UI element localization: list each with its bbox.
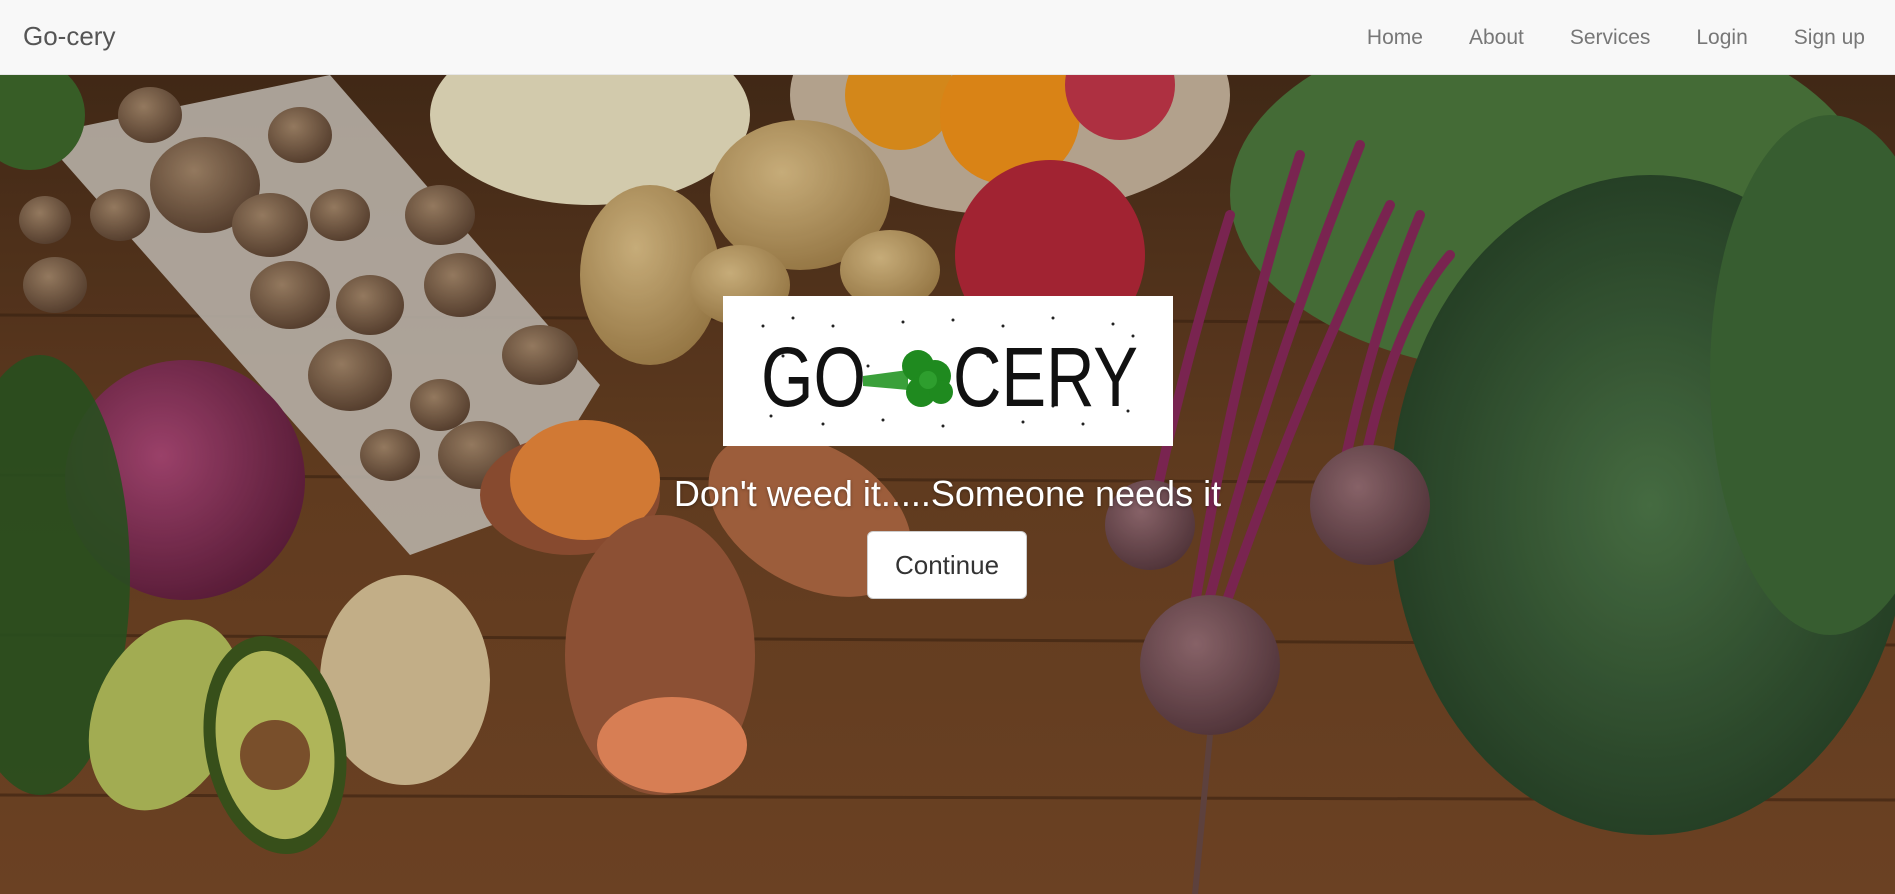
nav-login-link[interactable]: Login bbox=[1673, 1, 1770, 74]
continue-button[interactable]: Continue bbox=[867, 531, 1027, 599]
logo-text-go: GO bbox=[761, 330, 866, 424]
gocery-logo-image: GO CERY bbox=[761, 316, 1138, 428]
navbar: Go-cery Home About Services Login Sign u… bbox=[0, 0, 1895, 75]
nav-about-link[interactable]: About bbox=[1446, 1, 1547, 74]
brand-link[interactable]: Go-cery bbox=[23, 0, 115, 75]
hero-tagline: Don't weed it.....Someone needs it bbox=[673, 473, 1222, 514]
broccoli-icon bbox=[863, 350, 953, 407]
logo-text-cery: CERY bbox=[953, 330, 1138, 424]
hero-section: GO CERY Don't weed it.....Someone needs … bbox=[0, 75, 1895, 894]
nav-services-link[interactable]: Services bbox=[1547, 1, 1674, 74]
gocery-logo: GO CERY bbox=[723, 296, 1173, 446]
nav-home-link[interactable]: Home bbox=[1344, 1, 1446, 74]
hero-content: GO CERY Don't weed it.....Someone needs … bbox=[0, 75, 1895, 894]
nav-links: Home About Services Login Sign up bbox=[1344, 0, 1888, 75]
nav-signup-link[interactable]: Sign up bbox=[1771, 1, 1888, 74]
